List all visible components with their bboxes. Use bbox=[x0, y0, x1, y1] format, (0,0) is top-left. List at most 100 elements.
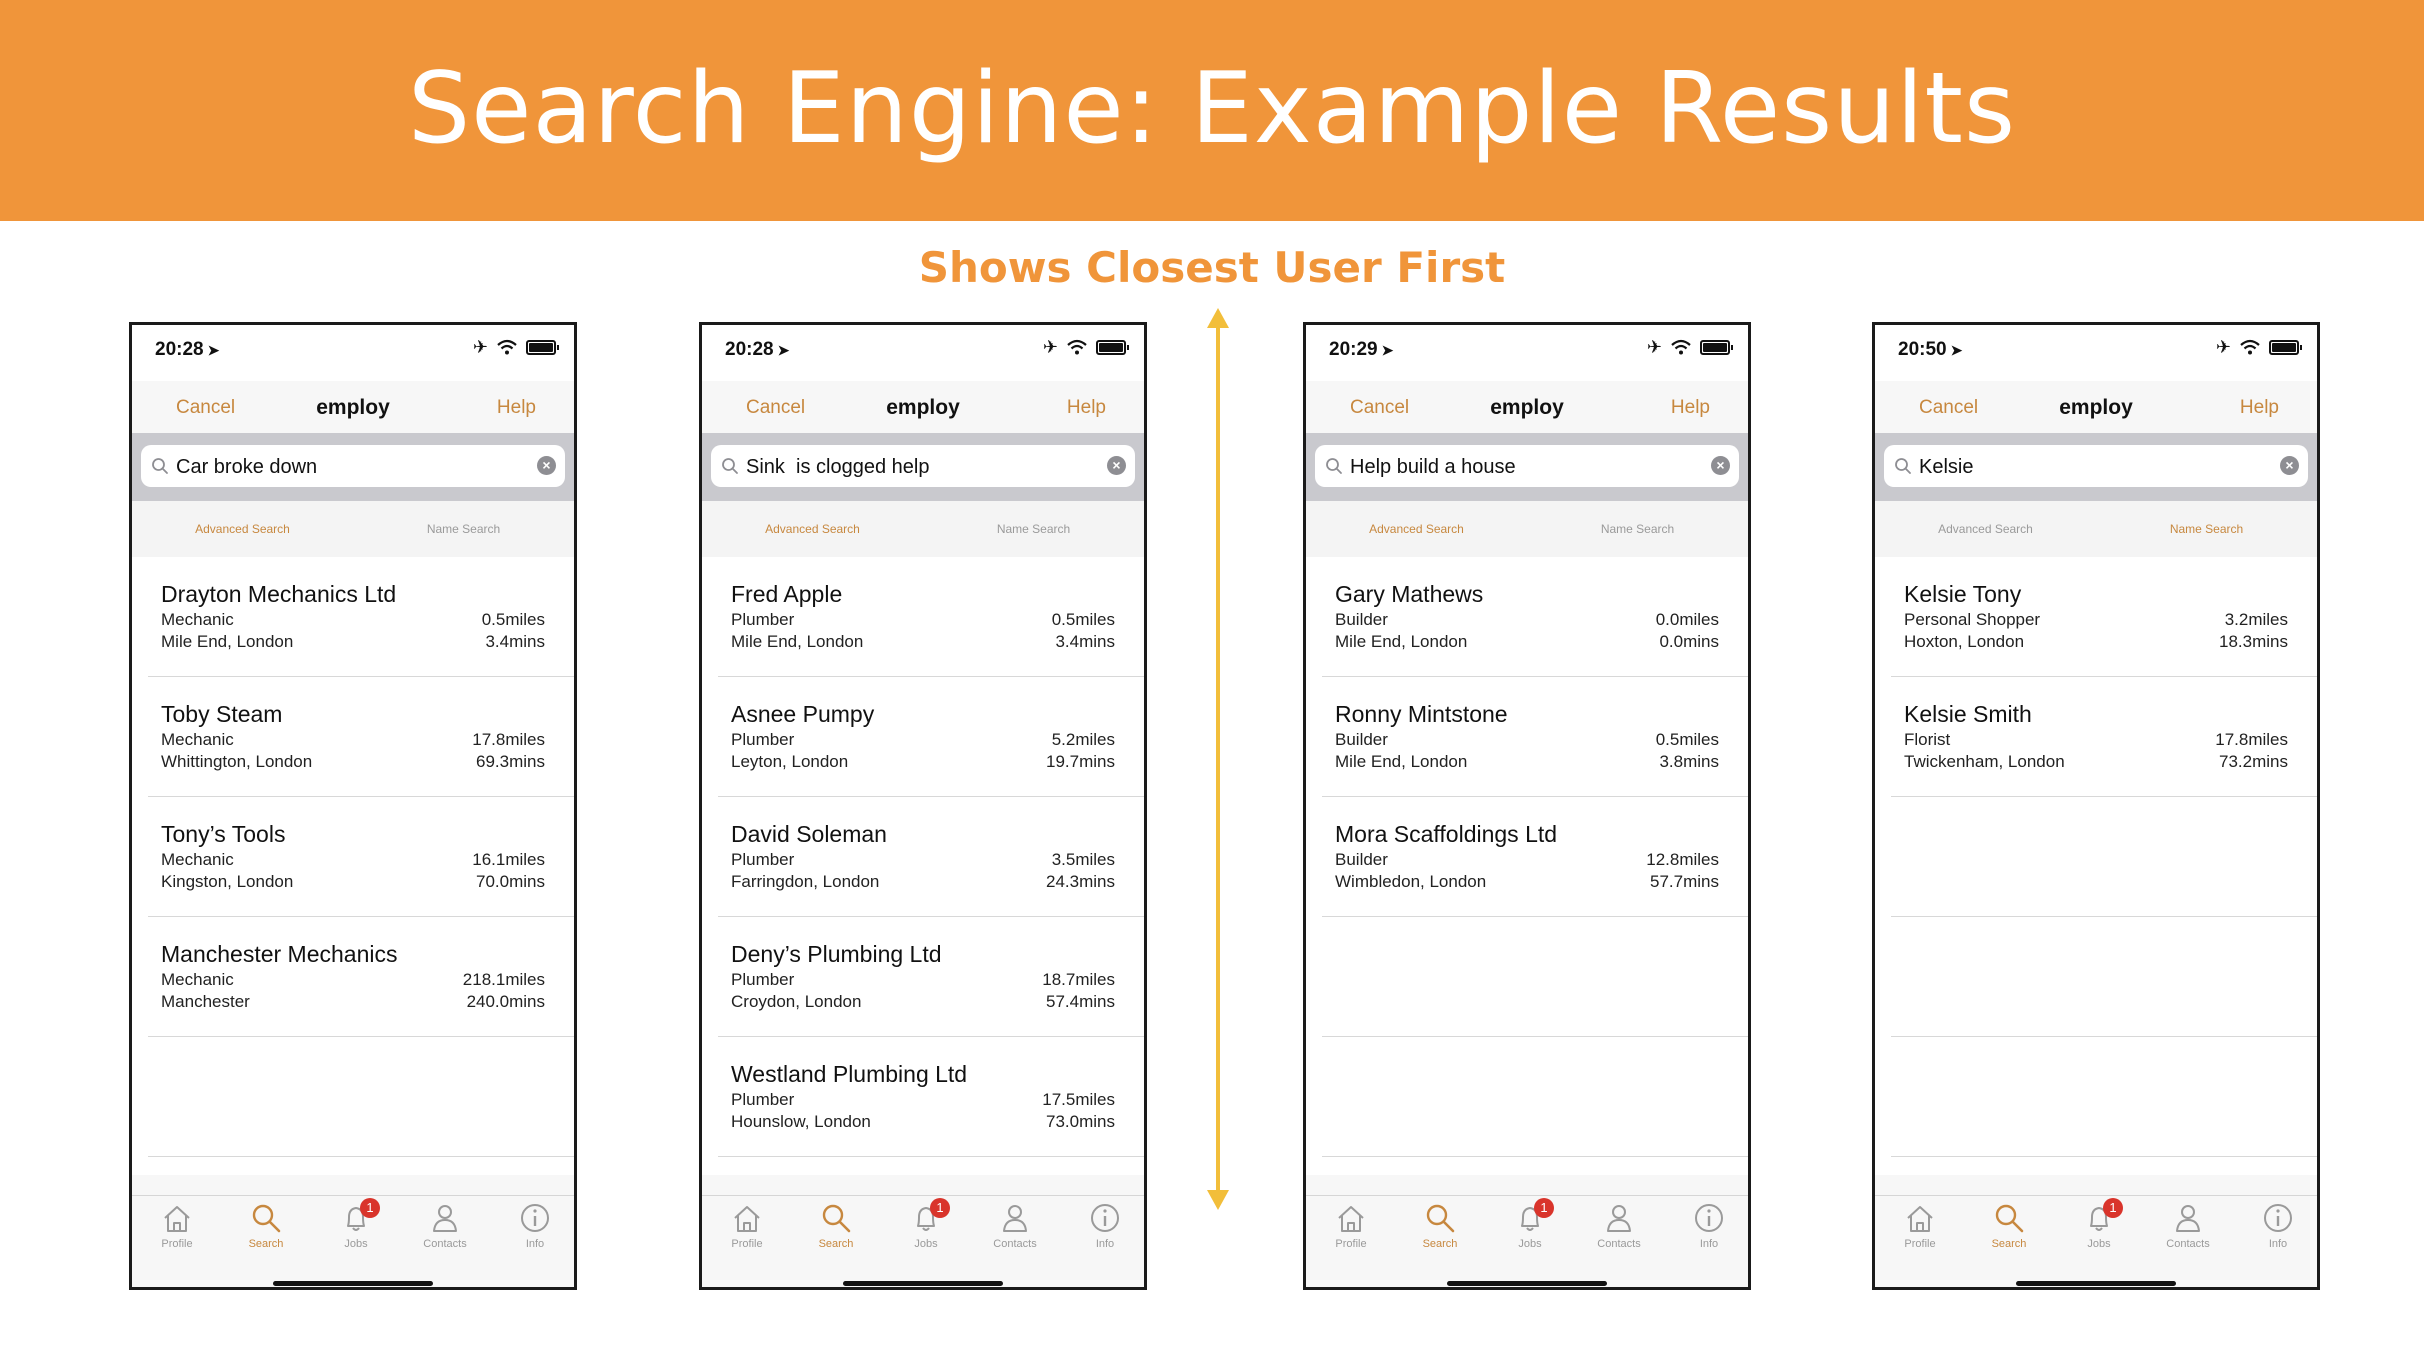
result-distance: 18.7miles bbox=[1042, 970, 1115, 989]
status-time: 20:28 ➤ bbox=[725, 339, 790, 360]
tab-name-search[interactable]: Name Search bbox=[923, 522, 1144, 536]
clear-icon[interactable]: × bbox=[2280, 456, 2299, 475]
search-input[interactable]: Car broke down × bbox=[141, 445, 565, 487]
tab-profile[interactable]: Profile bbox=[1890, 1200, 1950, 1250]
search-input[interactable]: Kelsie × bbox=[1884, 445, 2308, 487]
tab-search[interactable]: Search bbox=[236, 1200, 296, 1250]
tab-name-search[interactable]: Name Search bbox=[353, 522, 574, 536]
result-row[interactable]: David Soleman Plumber Farringdon, London… bbox=[702, 797, 1144, 917]
clear-icon[interactable]: × bbox=[1107, 456, 1126, 475]
search-icon bbox=[1426, 1204, 1455, 1233]
result-row[interactable]: Ronny Mintstone Builder Mile End, London… bbox=[1306, 677, 1748, 797]
result-row[interactable]: Kelsie Smith Florist Twickenham, London … bbox=[1875, 677, 2317, 797]
clear-icon[interactable]: × bbox=[1711, 456, 1730, 475]
info-icon bbox=[2264, 1204, 2292, 1232]
result-name: Fred Apple bbox=[731, 581, 843, 607]
notification-badge: 1 bbox=[360, 1198, 380, 1218]
person-icon bbox=[433, 1205, 457, 1232]
result-name: Kelsie Tony bbox=[1904, 581, 2022, 607]
result-row[interactable]: Fred Apple Plumber Mile End, London 0.5m… bbox=[702, 557, 1144, 677]
help-button[interactable]: Help bbox=[1671, 397, 1710, 419]
result-name: David Soleman bbox=[731, 821, 887, 847]
home-indicator bbox=[1447, 1281, 1607, 1286]
result-travel-time: 73.0mins bbox=[1046, 1112, 1115, 1131]
result-row[interactable]: Toby Steam Mechanic Whittington, London … bbox=[132, 677, 574, 797]
search-input[interactable]: Sink is clogged help × bbox=[711, 445, 1135, 487]
tab-search[interactable]: Search bbox=[1979, 1200, 2039, 1250]
home-icon bbox=[1338, 1206, 1364, 1232]
tab-info[interactable]: Info bbox=[505, 1200, 565, 1250]
nav-bar: Cancel employ Help bbox=[1875, 381, 2317, 433]
search-query: Help build a house bbox=[1350, 456, 1516, 478]
result-name: Gary Mathews bbox=[1335, 581, 1484, 607]
search-icon bbox=[152, 458, 168, 474]
result-row[interactable]: Tony’s Tools Mechanic Kingston, London 1… bbox=[132, 797, 574, 917]
tab-profile[interactable]: Profile bbox=[717, 1200, 777, 1250]
result-row[interactable]: Deny’s Plumbing Ltd Plumber Croydon, Lon… bbox=[702, 917, 1144, 1037]
tab-contacts[interactable]: Contacts bbox=[2158, 1200, 2218, 1250]
result-row[interactable]: Westland Plumbing Ltd Plumber Hounslow, … bbox=[702, 1037, 1144, 1157]
tab-bar: Profile Search 1 Jobs Contacts Info bbox=[702, 1195, 1144, 1287]
result-row[interactable]: Drayton Mechanics Ltd Mechanic Mile End,… bbox=[132, 557, 574, 677]
clear-icon[interactable]: × bbox=[537, 456, 556, 475]
tab-label: Search bbox=[818, 1238, 854, 1250]
tab-label: Jobs bbox=[1518, 1238, 1542, 1250]
result-travel-time: 18.3mins bbox=[2219, 632, 2288, 651]
tab-jobs[interactable]: 1 Jobs bbox=[1500, 1198, 1560, 1250]
tab-info[interactable]: Info bbox=[1679, 1200, 1739, 1250]
home-icon bbox=[164, 1206, 190, 1232]
help-button[interactable]: Help bbox=[497, 397, 536, 419]
tab-search[interactable]: Search bbox=[1410, 1200, 1470, 1250]
info-icon bbox=[521, 1204, 549, 1232]
tab-name-search[interactable]: Name Search bbox=[1527, 522, 1748, 536]
help-button[interactable]: Help bbox=[2240, 397, 2279, 419]
tab-profile[interactable]: Profile bbox=[1321, 1200, 1381, 1250]
home-icon bbox=[734, 1206, 760, 1232]
result-travel-time: 57.7mins bbox=[1650, 872, 1719, 891]
result-distance: 17.5miles bbox=[1042, 1090, 1115, 1109]
empty-row bbox=[1875, 797, 2317, 917]
search-bar-container: Car broke down × bbox=[132, 433, 574, 501]
result-row[interactable]: Manchester Mechanics Mechanic Manchester… bbox=[132, 917, 574, 1037]
result-distance: 3.5miles bbox=[1051, 850, 1115, 869]
tab-info[interactable]: Info bbox=[1075, 1200, 1135, 1250]
search-input[interactable]: Help build a house × bbox=[1315, 445, 1739, 487]
tab-contacts[interactable]: Contacts bbox=[415, 1200, 475, 1250]
tab-label: Jobs bbox=[2087, 1238, 2111, 1250]
result-distance: 0.5miles bbox=[1655, 730, 1719, 749]
result-distance: 3.2miles bbox=[2224, 610, 2288, 629]
tab-bar: Profile Search 1 Jobs Contacts Info bbox=[1306, 1195, 1748, 1287]
result-trade: Plumber bbox=[731, 730, 795, 749]
result-row[interactable]: Asnee Pumpy Plumber Leyton, London 5.2mi… bbox=[702, 677, 1144, 797]
result-trade: Builder bbox=[1335, 610, 1388, 629]
location-arrow-icon: ➤ bbox=[777, 342, 790, 358]
search-icon bbox=[1326, 458, 1342, 474]
tab-jobs[interactable]: 1 Jobs bbox=[326, 1198, 386, 1250]
tab-jobs[interactable]: 1 Jobs bbox=[896, 1198, 956, 1250]
help-button[interactable]: Help bbox=[1067, 397, 1106, 419]
search-icon bbox=[822, 1204, 851, 1233]
tab-profile[interactable]: Profile bbox=[147, 1200, 207, 1250]
tab-advanced-search[interactable]: Advanced Search bbox=[1306, 522, 1527, 536]
search-query: Kelsie bbox=[1919, 456, 1974, 478]
phone-screen: 20:29 ➤ ✈ Cancel employ Help Help build … bbox=[1303, 322, 1751, 1290]
tab-label: Info bbox=[1699, 1238, 1719, 1250]
notification-badge: 1 bbox=[930, 1198, 950, 1218]
result-travel-time: 70.0mins bbox=[476, 872, 545, 891]
status-time: 20:28 ➤ bbox=[155, 339, 220, 360]
tab-search[interactable]: Search bbox=[806, 1200, 866, 1250]
tab-advanced-search[interactable]: Advanced Search bbox=[1875, 522, 2096, 536]
tab-info[interactable]: Info bbox=[2248, 1200, 2308, 1250]
result-row[interactable]: Mora Scaffoldings Ltd Builder Wimbledon,… bbox=[1306, 797, 1748, 917]
result-row[interactable]: Gary Mathews Builder Mile End, London 0.… bbox=[1306, 557, 1748, 677]
tab-advanced-search[interactable]: Advanced Search bbox=[702, 522, 923, 536]
tab-contacts[interactable]: Contacts bbox=[1589, 1200, 1649, 1250]
tab-advanced-search[interactable]: Advanced Search bbox=[132, 522, 353, 536]
tab-name-search[interactable]: Name Search bbox=[2096, 522, 2317, 536]
tab-label: Search bbox=[1422, 1238, 1458, 1250]
result-location: Mile End, London bbox=[731, 632, 864, 651]
tab-jobs[interactable]: 1 Jobs bbox=[2069, 1198, 2129, 1250]
search-icon bbox=[722, 458, 738, 474]
tab-contacts[interactable]: Contacts bbox=[985, 1200, 1045, 1250]
result-row[interactable]: Kelsie Tony Personal Shopper Hoxton, Lon… bbox=[1875, 557, 2317, 677]
